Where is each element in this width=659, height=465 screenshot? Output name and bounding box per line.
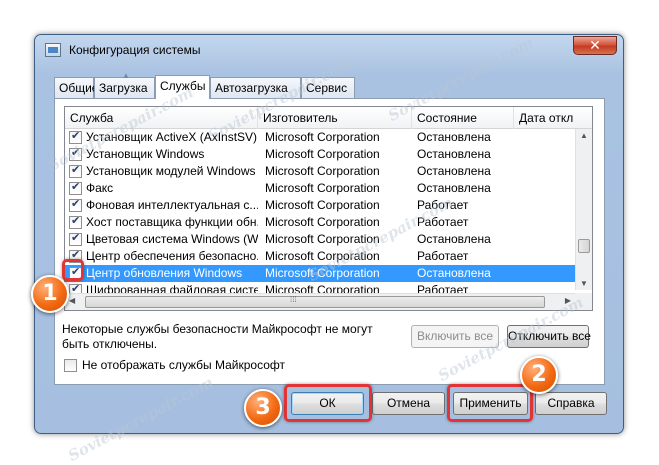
highlight-ok-box bbox=[284, 384, 372, 422]
hide-microsoft-services-checkbox[interactable] bbox=[64, 359, 77, 372]
service-name: Факс bbox=[86, 181, 114, 195]
column-header-disabled-date[interactable]: Дата откл bbox=[514, 107, 592, 129]
service-name: Фоновая интеллектуальная с... bbox=[86, 198, 258, 212]
tab-services[interactable]: Службы bbox=[155, 75, 210, 99]
service-row[interactable]: Установщик ActiveX (AxInstSV) Microsoft … bbox=[65, 129, 575, 146]
service-checkbox[interactable] bbox=[69, 131, 82, 144]
service-checkbox[interactable] bbox=[69, 199, 82, 212]
service-name: Цветовая система Windows (W... bbox=[86, 232, 258, 246]
vertical-scroll-thumb[interactable] bbox=[578, 239, 590, 253]
scroll-up-arrow-icon[interactable]: ▲ bbox=[580, 131, 588, 140]
column-header-service[interactable]: Служба bbox=[65, 107, 258, 129]
service-manufacturer: Microsoft Corporation bbox=[265, 198, 380, 212]
service-state: Остановлена bbox=[417, 147, 491, 161]
services-list[interactable]: Служба Изготовитель Состояние Дата откл … bbox=[64, 106, 593, 311]
disable-all-button[interactable]: Отключить все bbox=[507, 325, 591, 348]
column-header-manufacturer[interactable]: Изготовитель bbox=[258, 107, 412, 129]
list-header: Служба Изготовитель Состояние Дата откл bbox=[65, 107, 592, 129]
scroll-grip-icon: ⁞⁞⁞ bbox=[290, 295, 297, 304]
hide-microsoft-services-label: Не отображать службы Майкрософт bbox=[82, 358, 286, 372]
service-name: Центр обновления Windows bbox=[86, 266, 243, 280]
service-state: Работает bbox=[417, 249, 469, 263]
service-row[interactable]: Хост поставщика функции обн... Microsoft… bbox=[65, 214, 575, 231]
service-state: Работает bbox=[417, 198, 469, 212]
vertical-scrollbar[interactable]: ▲ ▼ bbox=[575, 129, 592, 290]
service-checkbox[interactable] bbox=[69, 233, 82, 246]
service-state: Остановлена bbox=[417, 130, 491, 144]
service-manufacturer: Microsoft Corporation bbox=[265, 181, 380, 195]
scroll-right-arrow-icon[interactable]: ▶ bbox=[565, 296, 571, 305]
service-manufacturer: Microsoft Corporation bbox=[265, 232, 380, 246]
service-state: Остановлена bbox=[417, 181, 491, 195]
service-name: Установщик модулей Windows bbox=[86, 164, 256, 178]
help-button[interactable]: Справка bbox=[535, 392, 607, 415]
step-2-badge: 2 bbox=[520, 356, 558, 394]
service-row[interactable]: Центр обеспечения безопасно... Microsoft… bbox=[65, 248, 575, 265]
horizontal-scroll-thumb[interactable] bbox=[85, 296, 545, 308]
tab-boot[interactable]: Загрузка bbox=[94, 77, 155, 98]
step-3-badge: 3 bbox=[244, 389, 282, 427]
msconfig-app-icon bbox=[45, 43, 61, 57]
service-state: Работает bbox=[417, 215, 469, 229]
service-state: Остановлена bbox=[417, 164, 491, 178]
service-checkbox[interactable] bbox=[69, 148, 82, 161]
security-services-note: Некоторые службы безопасности Майкрософт… bbox=[62, 322, 373, 351]
service-row[interactable]: Фоновая интеллектуальная с... Microsoft … bbox=[65, 197, 575, 214]
sort-ascending-icon: ▲ bbox=[122, 71, 130, 80]
scroll-down-arrow-icon[interactable]: ▼ bbox=[580, 279, 588, 288]
service-rows: Установщик ActiveX (AxInstSV) Microsoft … bbox=[65, 129, 575, 299]
scroll-corner bbox=[575, 293, 592, 310]
service-row-selected[interactable]: Центр обновления Windows Microsoft Corpo… bbox=[65, 265, 575, 282]
column-header-state[interactable]: Состояние bbox=[412, 107, 514, 129]
enable-all-button[interactable]: Включить все bbox=[411, 325, 499, 348]
service-manufacturer: Microsoft Corporation bbox=[265, 249, 380, 263]
step-1-badge: 1 bbox=[31, 275, 69, 313]
service-name: Центр обеспечения безопасно... bbox=[86, 249, 258, 263]
service-checkbox[interactable] bbox=[69, 216, 82, 229]
service-checkbox[interactable] bbox=[69, 182, 82, 195]
highlight-apply-box bbox=[447, 384, 533, 422]
highlight-checkbox-box bbox=[62, 259, 84, 281]
service-state: Остановлена bbox=[417, 232, 491, 246]
cancel-button[interactable]: Отмена bbox=[372, 392, 445, 415]
service-name: Установщик Windows bbox=[86, 147, 205, 161]
service-name: Установщик ActiveX (AxInstSV) bbox=[86, 130, 258, 144]
service-manufacturer: Microsoft Corporation bbox=[265, 266, 380, 280]
window-title: Конфигурация системы bbox=[69, 43, 201, 57]
title-bar[interactable]: Конфигурация системы ✕ bbox=[35, 35, 623, 65]
service-manufacturer: Microsoft Corporation bbox=[265, 215, 380, 229]
service-manufacturer: Microsoft Corporation bbox=[265, 147, 380, 161]
service-row[interactable]: Факс Microsoft Corporation Остановлена bbox=[65, 180, 575, 197]
close-button[interactable]: ✕ bbox=[573, 36, 617, 55]
service-row[interactable]: Установщик модулей Windows Microsoft Cor… bbox=[65, 163, 575, 180]
tab-general[interactable]: Общие bbox=[54, 77, 98, 98]
service-manufacturer: Microsoft Corporation bbox=[265, 130, 380, 144]
service-row[interactable]: Установщик Windows Microsoft Corporation… bbox=[65, 146, 575, 163]
tab-tools[interactable]: Сервис bbox=[301, 77, 355, 98]
service-manufacturer: Microsoft Corporation bbox=[265, 164, 380, 178]
horizontal-scrollbar[interactable]: ◀ ⁞⁞⁞ ▶ bbox=[65, 293, 575, 310]
service-state: Остановлена bbox=[417, 266, 491, 280]
tab-startup[interactable]: Автозагрузка bbox=[210, 77, 301, 98]
service-row[interactable]: Цветовая система Windows (W... Microsoft… bbox=[65, 231, 575, 248]
scroll-left-arrow-icon[interactable]: ◀ bbox=[69, 296, 75, 305]
service-name: Хост поставщика функции обн... bbox=[86, 215, 258, 229]
service-checkbox[interactable] bbox=[69, 165, 82, 178]
